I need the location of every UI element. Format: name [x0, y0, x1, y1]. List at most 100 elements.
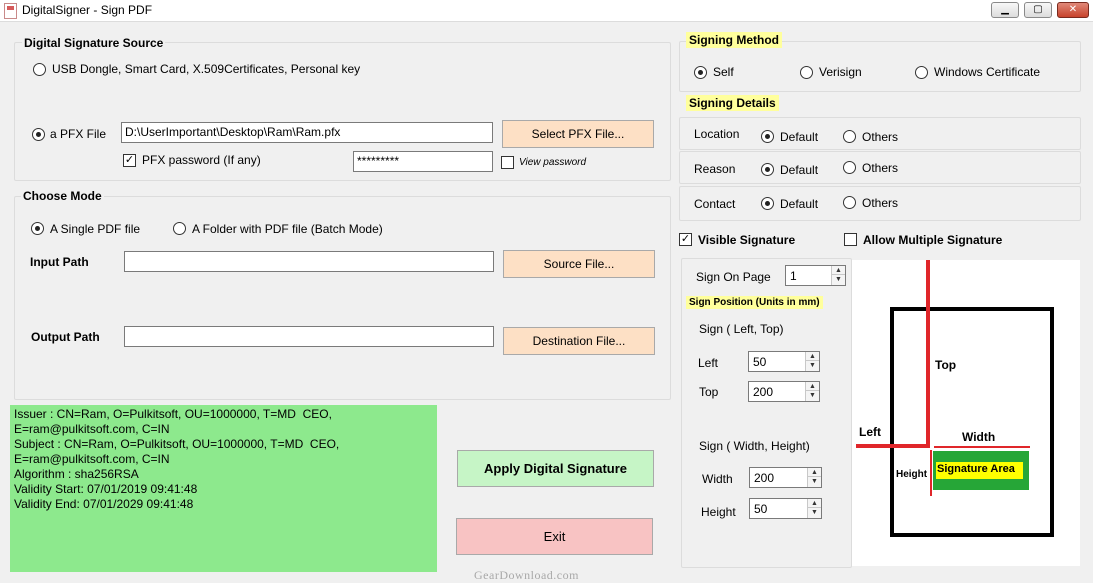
source-file-button[interactable]: Source File...: [503, 250, 655, 278]
pfx-path-field[interactable]: D:\UserImportant\Desktop\Ram\Ram.pfx: [121, 122, 493, 143]
spin-up-icon[interactable]: ▲: [832, 266, 845, 275]
destination-file-button[interactable]: Destination File...: [503, 327, 655, 355]
maximize-button[interactable]: ▢: [1024, 2, 1052, 18]
width-spinner[interactable]: 200 ▲ ▼: [749, 467, 822, 488]
contact-label: Contact: [694, 197, 736, 211]
signing-details-title: Signing Details: [686, 95, 779, 111]
spin-down-icon[interactable]: ▼: [806, 391, 819, 400]
folder-radio[interactable]: [173, 222, 186, 235]
sign-on-page-label: Sign On Page: [696, 270, 771, 284]
width-label: Width: [702, 472, 733, 486]
apply-signature-button[interactable]: Apply Digital Signature: [457, 450, 654, 487]
output-path-label: Output Path: [31, 330, 100, 344]
verisign-label: Verisign: [819, 65, 862, 79]
self-label: Self: [713, 65, 734, 79]
output-path-field[interactable]: [124, 326, 494, 347]
spin-down-icon[interactable]: ▼: [808, 508, 821, 517]
location-others-label: Others: [862, 130, 899, 144]
spin-down-icon[interactable]: ▼: [808, 477, 821, 486]
visible-signature-label: Visible Signature: [698, 233, 796, 247]
diagram-svg: [856, 260, 1054, 537]
usb-radio[interactable]: [33, 63, 46, 76]
cert-info-line: Issuer : CN=Ram, O=Pulkitsoft, OU=100000…: [14, 407, 332, 421]
minimize-icon: ▁: [1001, 4, 1009, 15]
cert-info-line: E=ram@pulkitsoft.com, C=IN: [14, 422, 170, 436]
windows-cert-radio[interactable]: [915, 66, 928, 79]
contact-default-radio[interactable]: [761, 197, 774, 210]
width-value: 200: [754, 471, 775, 485]
location-default-radio[interactable]: [761, 130, 774, 143]
location-label: Location: [694, 127, 740, 141]
diagram-top-label: Top: [935, 358, 957, 372]
pfx-password-label: PFX password (If any): [142, 153, 261, 167]
pfx-password-checkbox[interactable]: ✓: [123, 154, 136, 167]
left-spinner[interactable]: 50 ▲ ▼: [748, 351, 820, 372]
pfx-radio[interactable]: [32, 128, 45, 141]
contact-others-radio[interactable]: [843, 196, 856, 209]
diagram-height-label: Height: [896, 469, 928, 480]
select-pfx-button[interactable]: Select PFX File...: [502, 120, 654, 148]
pfx-label: a PFX File: [50, 127, 107, 141]
left-label: Left: [698, 356, 719, 370]
exit-button[interactable]: Exit: [456, 518, 653, 555]
self-radio[interactable]: [694, 66, 707, 79]
left-top-label: Sign ( Left, Top): [699, 322, 784, 336]
minimize-button[interactable]: ▁: [991, 2, 1019, 18]
location-others-radio[interactable]: [843, 130, 856, 143]
spin-down-icon[interactable]: ▼: [806, 361, 819, 370]
usb-label: USB Dongle, Smart Card, X.509Certificate…: [52, 62, 361, 76]
contact-others-label: Others: [862, 196, 899, 210]
cert-info-line: E=ram@pulkitsoft.com, C=IN: [14, 452, 170, 466]
view-password-label: View password: [519, 157, 587, 168]
top-label: Top: [699, 385, 719, 399]
reason-label: Reason: [694, 162, 736, 176]
signature-source-title: Digital Signature Source: [22, 36, 166, 50]
app-icon: [4, 3, 17, 19]
height-value: 50: [754, 502, 768, 516]
reason-default-radio[interactable]: [761, 163, 774, 176]
sign-on-page-value: 1: [790, 269, 797, 283]
sign-position-title: Sign Position (Units in mm): [686, 296, 823, 309]
single-pdf-radio[interactable]: [31, 222, 44, 235]
cert-info-line: Subject : CN=Ram, O=Pulkitsoft, OU=10000…: [14, 437, 340, 451]
signing-method-title: Signing Method: [686, 32, 782, 48]
reason-others-label: Others: [862, 161, 899, 175]
left-value: 50: [753, 355, 767, 369]
cert-info-line: Algorithm : sha256RSA: [14, 467, 139, 481]
multiple-signature-label: Allow Multiple Signature: [863, 233, 1003, 247]
window-title: DigitalSigner - Sign PDF: [22, 3, 153, 17]
spin-up-icon[interactable]: ▲: [806, 352, 819, 361]
pfx-password-field[interactable]: *********: [353, 151, 493, 172]
spin-up-icon[interactable]: ▲: [808, 499, 821, 508]
multiple-signature-checkbox[interactable]: [844, 233, 857, 246]
input-path-field[interactable]: [124, 251, 494, 272]
cert-info-line: Validity Start: 07/01/2019 09:41:48: [14, 482, 198, 496]
single-pdf-label: A Single PDF file: [50, 222, 141, 236]
maximize-icon: ▢: [1033, 4, 1043, 15]
width-height-label: Sign ( Width, Height): [699, 439, 810, 453]
top-spinner[interactable]: 200 ▲ ▼: [748, 381, 820, 402]
sign-on-page-spinner[interactable]: 1 ▲ ▼: [785, 265, 846, 286]
diagram-left-label: Left: [859, 425, 881, 439]
view-password-checkbox[interactable]: [501, 156, 514, 169]
height-spinner[interactable]: 50 ▲ ▼: [749, 498, 822, 519]
spin-down-icon[interactable]: ▼: [832, 275, 845, 284]
visible-signature-checkbox[interactable]: ✓: [679, 233, 692, 246]
top-value: 200: [753, 385, 774, 399]
cert-info-line: Validity End: 07/01/2029 09:41:48: [14, 497, 194, 511]
close-icon: ✕: [1068, 4, 1078, 15]
choose-mode-title: Choose Mode: [21, 189, 104, 203]
contact-default-label: Default: [780, 197, 819, 211]
diagram-width-label: Width: [962, 430, 996, 444]
location-default-label: Default: [780, 130, 819, 144]
close-button[interactable]: ✕: [1057, 2, 1089, 18]
signature-placement-diagram: Top Left Width Height Signature Area: [852, 260, 1080, 566]
spin-up-icon[interactable]: ▲: [808, 468, 821, 477]
verisign-radio[interactable]: [800, 66, 813, 79]
signature-area-label: Signature Area: [937, 463, 1015, 475]
reason-others-radio[interactable]: [843, 161, 856, 174]
folder-label: A Folder with PDF file (Batch Mode): [192, 222, 383, 236]
spin-up-icon[interactable]: ▲: [806, 382, 819, 391]
reason-default-label: Default: [780, 163, 819, 177]
title-bar: DigitalSigner - Sign PDF ▁ ▢ ✕: [0, 0, 1093, 22]
